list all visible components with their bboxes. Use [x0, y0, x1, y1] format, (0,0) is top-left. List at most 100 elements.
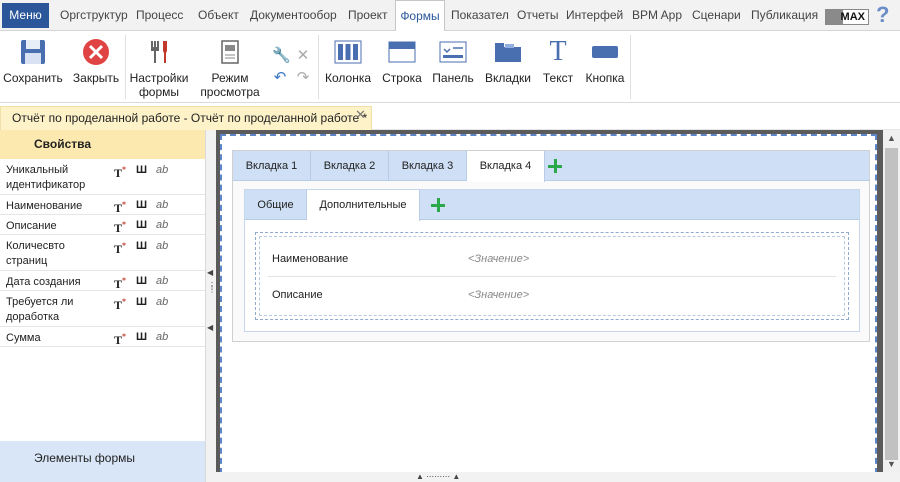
tab-scenarios[interactable]: Сценари	[692, 0, 741, 31]
string-type-icon[interactable]: ab	[156, 274, 168, 288]
add-subtab-icon[interactable]	[430, 197, 446, 213]
close-icon	[83, 39, 109, 65]
text-type-icon[interactable]: T*	[114, 239, 126, 256]
text-button[interactable]: T Текст	[540, 31, 576, 101]
column-type-icon[interactable]: Ш	[136, 274, 147, 288]
button-button[interactable]: Кнопка	[583, 31, 627, 101]
property-name: Количесвто страниц	[6, 240, 65, 267]
property-row[interactable]: Дата создания T* Ш ab	[0, 271, 205, 291]
column-type-icon[interactable]: Ш	[136, 163, 147, 177]
max-badge[interactable]: MAX	[825, 9, 869, 25]
delete-icon[interactable]: ✕	[295, 48, 311, 64]
row-button[interactable]: Строка	[380, 31, 424, 101]
property-name: Описание	[6, 220, 57, 232]
panel-button[interactable]: Панель	[430, 31, 476, 101]
text-type-icon[interactable]: T*	[114, 330, 126, 347]
scroll-thumb[interactable]	[885, 148, 898, 460]
tab-interface[interactable]: Интерфей	[566, 0, 623, 31]
form-settings-button[interactable]: Настройки формы	[128, 31, 190, 101]
string-type-icon[interactable]: ab	[156, 218, 168, 232]
field-row[interactable]: Описание <Значение>	[268, 277, 836, 313]
property-row[interactable]: Сумма T* Ш ab	[0, 327, 205, 347]
text-type-icon[interactable]: T*	[114, 163, 126, 180]
collapse-left-icon[interactable]: ◀	[207, 268, 213, 277]
document-tab-row: Отчёт по проделанной работе - Отчёт по п…	[0, 103, 900, 130]
subtab-general[interactable]: Общие	[245, 190, 307, 220]
tab-1[interactable]: Вкладка 1	[233, 151, 311, 181]
property-name: Сумма	[6, 332, 41, 344]
field-value-placeholder[interactable]: <Значение>	[468, 289, 529, 301]
text-icon: T	[549, 36, 567, 67]
fields-column: Наименование <Значение> Описание <Значен…	[259, 236, 845, 316]
vertical-scrollbar[interactable]: ▲ ▼	[883, 130, 900, 472]
column-type-icon[interactable]: Ш	[136, 198, 147, 212]
property-name: Требуется ли доработка	[6, 296, 74, 323]
fields-panel[interactable]: Наименование <Значение> Описание <Значен…	[255, 232, 849, 320]
view-mode-label: Режим просмотра	[200, 71, 260, 99]
string-type-icon[interactable]: ab	[156, 330, 168, 344]
column-type-icon[interactable]: Ш	[136, 330, 147, 344]
field-value-placeholder[interactable]: <Значение>	[468, 253, 529, 265]
column-button[interactable]: Колонка	[323, 31, 373, 101]
tab-3[interactable]: Вкладка 3	[389, 151, 467, 181]
wrench-icon[interactable]: 🔧	[272, 48, 291, 64]
property-row[interactable]: Уникальный идентификатор T* Ш ab	[0, 159, 205, 195]
text-type-icon[interactable]: T*	[114, 218, 126, 235]
close-button[interactable]: Закрыть	[70, 31, 122, 101]
text-type-icon[interactable]: T*	[114, 198, 126, 215]
grip-icon[interactable]: ▲ ⋯⋯⋯ ▲	[416, 472, 460, 482]
panel-splitter[interactable]: ◀ ⋮ ⋮ ◀	[206, 130, 216, 482]
redo-icon[interactable]: ↷	[295, 70, 311, 86]
tab-2[interactable]: Вкладка 2	[311, 151, 389, 181]
column-type-icon[interactable]: Ш	[136, 218, 147, 232]
tab-reports[interactable]: Отчеты	[517, 0, 558, 31]
property-row[interactable]: Количесвто страниц T* Ш ab	[0, 235, 205, 271]
column-label: Колонка	[324, 71, 372, 85]
tab-project[interactable]: Проект	[348, 0, 388, 31]
undo-icon[interactable]: ↶	[272, 70, 288, 86]
save-button[interactable]: Сохранить	[3, 31, 63, 101]
tab-bpm-app[interactable]: BPM App	[632, 0, 682, 31]
tab-forms[interactable]: Формы	[395, 0, 445, 32]
document-tab[interactable]: Отчёт по проделанной работе - Отчёт по п…	[0, 106, 372, 130]
form-elements-header[interactable]: Элементы формы	[0, 441, 205, 482]
property-row[interactable]: Наименование T* Ш ab	[0, 195, 205, 215]
close-label: Закрыть	[72, 71, 120, 85]
tab-4[interactable]: Вкладка 4	[467, 151, 545, 182]
menu-button[interactable]: Меню	[2, 3, 49, 28]
string-type-icon[interactable]: ab	[156, 295, 168, 309]
subtabs-container[interactable]: Общие Дополнительные Наименование <Значе…	[244, 189, 860, 332]
tab-orgstructure[interactable]: Оргструктур	[60, 0, 128, 31]
close-tab-icon[interactable]: ✕	[355, 107, 366, 123]
tab-document-flow[interactable]: Документообор	[250, 0, 337, 31]
subtab-additional[interactable]: Дополнительные	[307, 190, 420, 221]
text-type-icon[interactable]: T*	[114, 295, 126, 312]
row-label: Строка	[382, 71, 422, 85]
property-row[interactable]: Требуется ли доработка T* Ш ab	[0, 291, 205, 327]
tabs-container[interactable]: Вкладка 1 Вкладка 2 Вкладка 3 Вкладка 4 …	[232, 150, 870, 342]
string-type-icon[interactable]: ab	[156, 198, 168, 212]
column-type-icon[interactable]: Ш	[136, 239, 147, 253]
column-type-icon[interactable]: Ш	[136, 295, 147, 309]
bottom-splitter[interactable]: ▲ ⋯⋯⋯ ▲	[216, 472, 900, 482]
field-row[interactable]: Наименование <Значение>	[268, 241, 836, 277]
string-type-icon[interactable]: ab	[156, 163, 168, 177]
grip-icon[interactable]: ⋮ ⋮	[208, 282, 216, 294]
add-tab-icon[interactable]	[547, 158, 563, 174]
panel-label: Панель	[432, 71, 474, 85]
tab-process[interactable]: Процесс	[136, 0, 183, 31]
view-mode-button[interactable]: Режим просмотра	[198, 31, 262, 101]
form-designer-area[interactable]: Вкладка 1 Вкладка 2 Вкладка 3 Вкладка 4 …	[220, 134, 877, 474]
scroll-up-icon[interactable]: ▲	[883, 130, 900, 146]
tab-publication[interactable]: Публикация	[751, 0, 818, 31]
help-icon[interactable]: ?	[876, 3, 889, 27]
tabs-button[interactable]: Вкладки	[483, 31, 533, 101]
text-type-icon[interactable]: T*	[114, 274, 126, 291]
tab-object[interactable]: Объект	[198, 0, 239, 31]
tab-indicators[interactable]: Показател	[451, 0, 509, 31]
row-icon	[388, 41, 416, 63]
collapse-left-icon[interactable]: ◀	[207, 323, 213, 332]
string-type-icon[interactable]: ab	[156, 239, 168, 253]
property-row[interactable]: Описание T* Ш ab	[0, 215, 205, 235]
scroll-down-icon[interactable]: ▼	[883, 456, 900, 472]
